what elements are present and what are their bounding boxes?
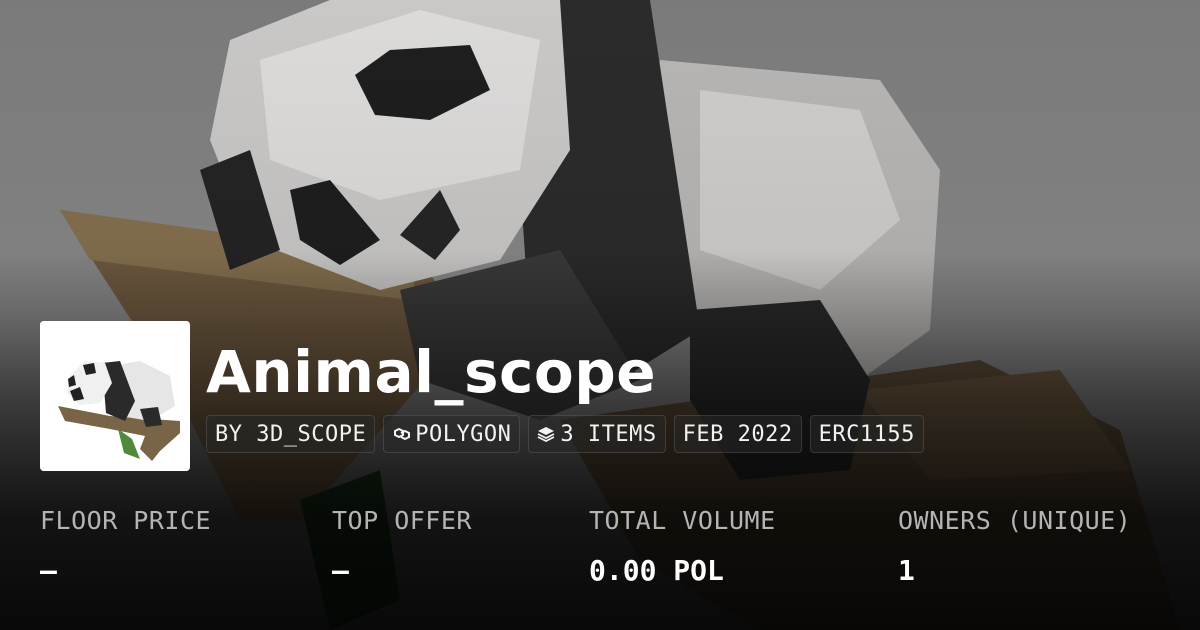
layers-icon (537, 425, 555, 443)
owners-label: OWNERS (UNIQUE) (898, 506, 1132, 535)
creator-tag-label: BY 3D_SCOPE (215, 421, 367, 447)
floor-price-label: FLOOR PRICE (40, 506, 212, 535)
top-offer-label: TOP OFFER (332, 506, 472, 535)
floor-price-value: – (40, 554, 57, 587)
items-tag: 3 ITEMS (528, 415, 666, 453)
creator-tag[interactable]: BY 3D_SCOPE (206, 415, 376, 453)
collection-tags: BY 3D_SCOPE POLYGON 3 ITEMS FEB 2022 ERC… (206, 415, 924, 453)
top-offer-value: – (332, 554, 349, 587)
collection-title: Animal_scope (206, 338, 657, 406)
top-offer-stat: TOP OFFER – (332, 503, 472, 589)
date-tag: FEB 2022 (673, 415, 802, 453)
total-volume-value: 0.00 POL (589, 554, 724, 587)
chain-tag[interactable]: POLYGON (383, 415, 521, 453)
total-volume-label: TOTAL VOLUME (589, 506, 776, 535)
standard-tag-label: ERC1155 (818, 421, 915, 447)
items-tag-label: 3 ITEMS (560, 421, 657, 447)
total-volume-stat: TOTAL VOLUME 0.00 POL (589, 503, 776, 589)
panda-thumbnail-icon (40, 321, 190, 471)
date-tag-label: FEB 2022 (682, 421, 793, 447)
floor-price-stat: FLOOR PRICE – (40, 503, 211, 589)
polygon-chain-icon (392, 425, 411, 443)
standard-tag: ERC1155 (809, 415, 924, 453)
owners-value: 1 (898, 554, 915, 587)
owners-stat: OWNERS (UNIQUE) 1 (898, 503, 1131, 589)
chain-tag-label: POLYGON (415, 421, 512, 447)
collection-thumbnail (40, 321, 190, 471)
